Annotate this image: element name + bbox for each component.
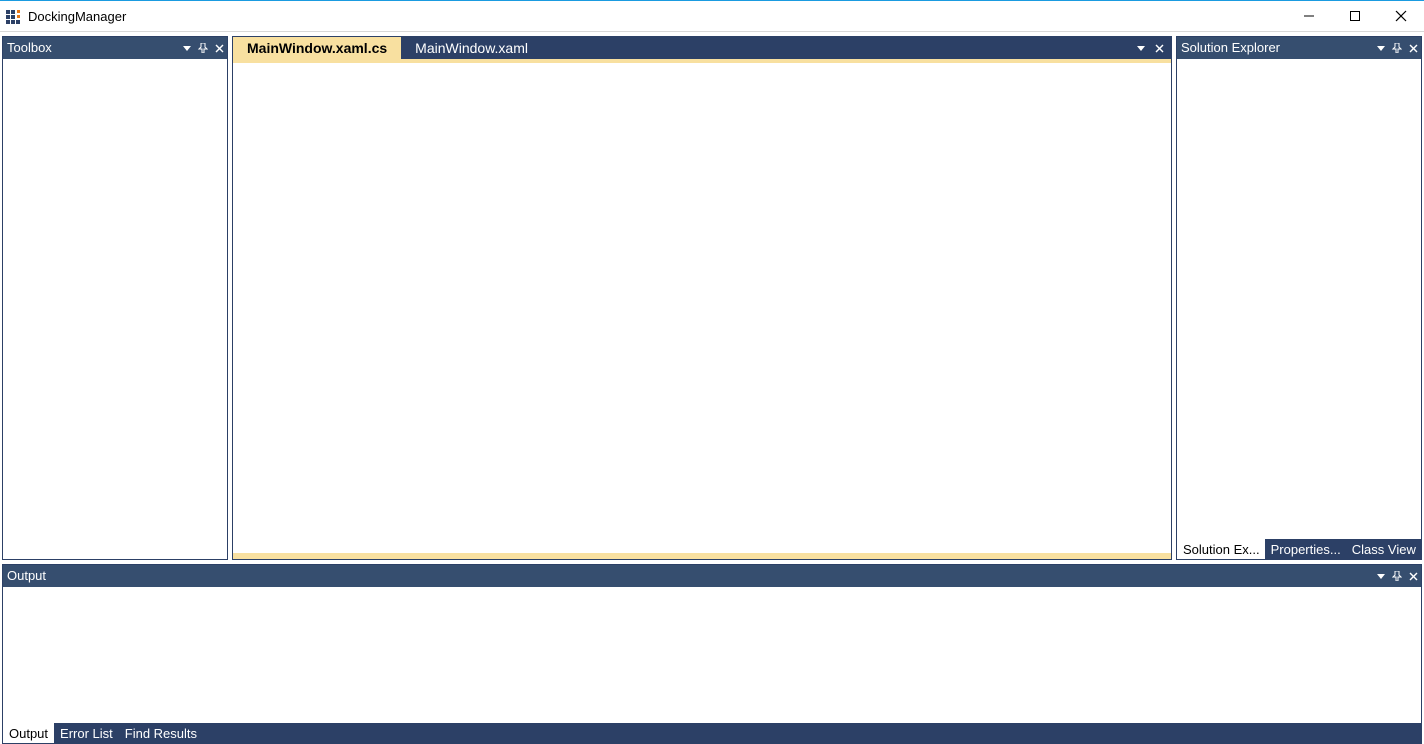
tab-label: Solution Ex...: [1183, 542, 1260, 557]
output-title: Output: [3, 565, 1373, 587]
close-icon[interactable]: [1405, 565, 1421, 587]
toolbox-body: [3, 59, 227, 559]
close-icon[interactable]: [1405, 37, 1421, 59]
toolbox-header[interactable]: Toolbox: [3, 37, 227, 59]
right-dock-tabstrip: Solution Ex... Properties... Class View: [1177, 539, 1421, 559]
window-titlebar: DockingManager: [0, 0, 1424, 32]
document-tab-label: MainWindow.xaml.cs: [247, 40, 387, 56]
window-maximize-button[interactable]: [1332, 1, 1378, 31]
window-title: DockingManager: [28, 9, 126, 24]
pin-icon[interactable]: [1389, 565, 1405, 587]
document-tab-mainwindow-cs[interactable]: MainWindow.xaml.cs: [233, 37, 401, 59]
close-icon[interactable]: [211, 37, 227, 59]
toolbox-panel: Toolbox: [2, 36, 228, 560]
document-area: MainWindow.xaml.cs MainWindow.xaml: [232, 36, 1172, 560]
solution-explorer-header[interactable]: Solution Explorer: [1177, 37, 1421, 59]
solution-explorer-panel: Solution Explorer Solution Ex... Propert…: [1176, 36, 1422, 560]
app-icon: [0, 8, 28, 24]
close-document-icon[interactable]: [1151, 37, 1167, 59]
tab-error-list[interactable]: Error List: [54, 723, 119, 743]
tab-label: Output: [9, 726, 48, 741]
tab-class-view[interactable]: Class View: [1346, 539, 1421, 559]
pin-icon[interactable]: [1389, 37, 1405, 59]
document-body[interactable]: [233, 63, 1171, 553]
document-tab-mainwindow-xaml[interactable]: MainWindow.xaml: [401, 37, 542, 59]
active-files-dropdown-icon[interactable]: [1133, 37, 1149, 59]
tab-label: Find Results: [125, 726, 197, 741]
tab-label: Error List: [60, 726, 113, 741]
tab-solution-explorer[interactable]: Solution Ex...: [1177, 539, 1265, 559]
window-close-button[interactable]: [1378, 1, 1424, 31]
tab-properties[interactable]: Properties...: [1265, 539, 1346, 559]
tab-find-results[interactable]: Find Results: [119, 723, 203, 743]
window-position-icon[interactable]: [179, 37, 195, 59]
pin-icon[interactable]: [195, 37, 211, 59]
window-minimize-button[interactable]: [1286, 1, 1332, 31]
output-panel: Output Output Error List: [2, 564, 1422, 744]
output-header[interactable]: Output: [3, 565, 1421, 587]
solution-explorer-body: [1177, 59, 1421, 539]
output-body: [3, 587, 1421, 723]
solution-explorer-title: Solution Explorer: [1177, 37, 1373, 59]
document-tabbar: MainWindow.xaml.cs MainWindow.xaml: [233, 37, 1171, 63]
tab-output[interactable]: Output: [3, 723, 54, 743]
toolbox-title: Toolbox: [3, 37, 179, 59]
window-position-icon[interactable]: [1373, 565, 1389, 587]
bottom-dock-tabstrip: Output Error List Find Results: [3, 723, 1421, 743]
tab-label: Properties...: [1271, 542, 1341, 557]
tab-label: Class View: [1352, 542, 1416, 557]
document-highlight-strip: [233, 553, 1171, 559]
window-position-icon[interactable]: [1373, 37, 1389, 59]
document-tab-label: MainWindow.xaml: [415, 40, 528, 56]
work-area: Toolbox MainWindow.xaml.cs Ma: [0, 32, 1424, 744]
